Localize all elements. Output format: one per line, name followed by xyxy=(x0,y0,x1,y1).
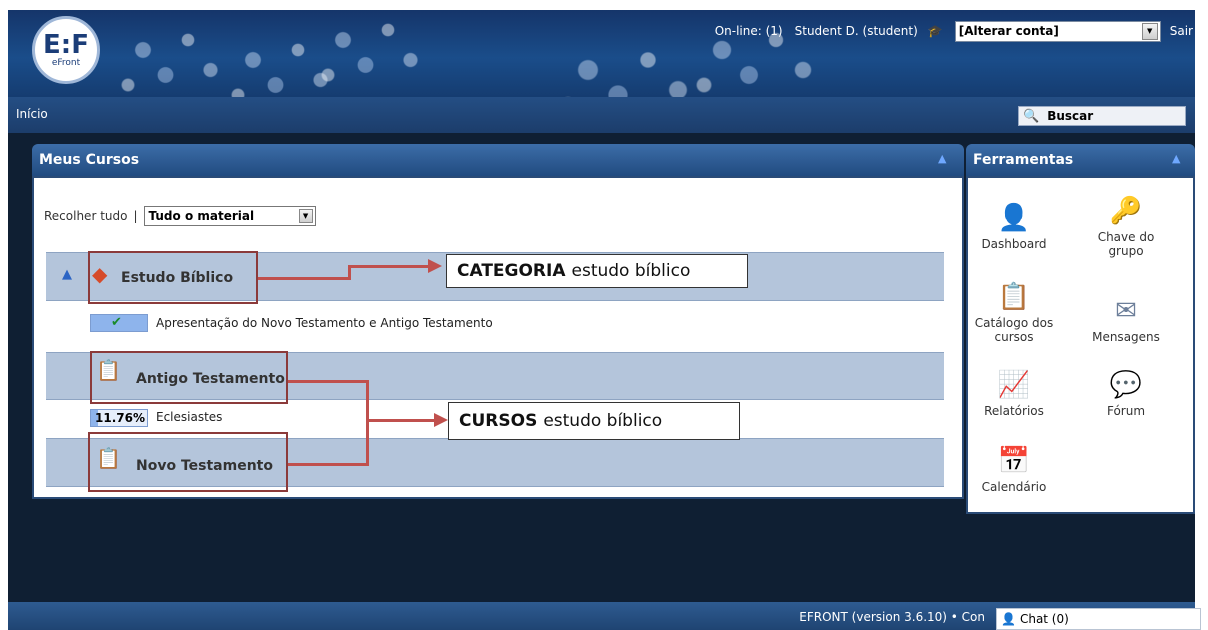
dropdown-arrow-icon[interactable]: ▼ xyxy=(298,209,313,223)
tool-label: Chave do grupo xyxy=(1097,230,1155,258)
course-filter-bar: Recolher tudo | Tudo o material ▼ xyxy=(44,206,316,226)
tool-label: Mensagens xyxy=(1092,330,1160,344)
arrowhead-icon xyxy=(434,413,448,427)
annotation-text: estudo bíblico xyxy=(571,261,691,281)
annotation-bold: CATEGORIA xyxy=(457,261,566,281)
tool-label: Relatórios xyxy=(984,404,1044,418)
tool-label: Calendário xyxy=(981,480,1047,494)
calendar-icon: 📅 xyxy=(997,446,1031,476)
user-icon: 👤 xyxy=(997,203,1031,233)
annotation-bold: CURSOS xyxy=(459,411,538,431)
banner-pattern xyxy=(298,10,448,97)
collapse-panel-icon[interactable]: ▲ xyxy=(938,152,946,165)
collapse-category-icon[interactable]: ▲ xyxy=(62,267,72,282)
highlight-box xyxy=(88,251,258,304)
category-annotation: CATEGORIA estudo bíblico xyxy=(446,254,748,288)
tools-panel-body: 👤 Dashboard 🔑 Chave do grupo 📋 Catálogo … xyxy=(966,176,1195,514)
annotation-arrow xyxy=(258,277,350,280)
chalkboard-icon: 📋 xyxy=(997,282,1031,312)
online-users-link[interactable]: On-line: (1) xyxy=(715,24,783,38)
material-filter-select[interactable]: Tudo o material ▼ xyxy=(143,206,316,226)
annotation-arrow xyxy=(288,463,368,466)
reports-tool[interactable]: 📈 Relatórios xyxy=(968,370,1060,418)
key-icon: 🔑 xyxy=(1109,196,1143,226)
annotation-text: estudo bíblico xyxy=(543,411,663,431)
courses-panel-title: Meus Cursos xyxy=(39,152,140,168)
home-link[interactable]: Início xyxy=(16,107,48,121)
search-box[interactable]: 🔍 Buscar xyxy=(1018,106,1186,126)
courses-panel-header: Meus Cursos ▲ xyxy=(32,144,964,176)
course-catalog-tool[interactable]: 📋 Catálogo dos cursos xyxy=(968,282,1060,344)
dashboard-tool[interactable]: 👤 Dashboard xyxy=(968,203,1060,251)
course-progress-bar: 11.76% xyxy=(90,409,148,427)
search-label: Buscar xyxy=(1047,109,1094,123)
highlight-box xyxy=(88,432,288,492)
tool-label: Dashboard xyxy=(981,237,1047,251)
tool-label: Fórum xyxy=(1106,404,1146,418)
efront-logo[interactable]: E:F eFront xyxy=(32,16,100,84)
navigation-bar: Início 🔍 Buscar xyxy=(8,97,1195,133)
collapse-all-link[interactable]: Recolher tudo xyxy=(44,209,127,223)
check-icon: ✔ xyxy=(111,315,122,330)
switch-account-value: [Alterar conta] xyxy=(958,24,1059,38)
current-user-link[interactable]: Student D. (student) xyxy=(795,24,918,38)
envelope-icon: ✉ xyxy=(1115,296,1137,326)
annotation-arrow xyxy=(288,380,368,383)
user-topbar: On-line: (1) Student D. (student) 🎓 [Alt… xyxy=(715,20,1195,42)
tool-label: Catálogo dos cursos xyxy=(974,316,1054,344)
material-filter-value: Tudo o material xyxy=(148,209,255,223)
logout-link[interactable]: Sair xyxy=(1170,24,1193,38)
messages-tool[interactable]: ✉ Mensagens xyxy=(1080,296,1172,344)
chat-label: Chat (0) xyxy=(1019,612,1069,626)
dropdown-arrow-icon[interactable]: ▼ xyxy=(1141,22,1158,40)
footer-version: EFRONT (version 3.6.10) • Con xyxy=(799,610,985,624)
collapse-panel-icon[interactable]: ▲ xyxy=(1172,152,1180,165)
separator: | xyxy=(133,209,138,223)
courses-panel-body: Recolher tudo | Tudo o material ▼ ▲ ◆ Es… xyxy=(32,176,964,499)
arrowhead-icon xyxy=(428,259,442,273)
chat-widget[interactable]: 👤 Chat (0) xyxy=(996,608,1201,630)
course-name[interactable]: Apresentação do Novo Testamento e Antigo… xyxy=(156,316,493,330)
course-name[interactable]: Eclesiastes xyxy=(156,410,222,424)
tools-panel-title: Ferramentas xyxy=(973,152,1074,168)
chat-user-icon: 👤 xyxy=(1001,612,1016,626)
chat-bubbles-icon: 💬 xyxy=(1109,370,1143,400)
logo-text: eFront xyxy=(51,58,81,68)
annotation-arrow xyxy=(366,380,369,466)
course-progress-bar: ✔ xyxy=(90,314,148,332)
highlight-box xyxy=(90,351,288,404)
switch-account-select[interactable]: [Alterar conta] ▼ xyxy=(954,20,1161,42)
course-progress-label: 11.76% xyxy=(95,411,145,425)
logo-mark: E:F xyxy=(43,30,89,60)
courses-annotation: CURSOS estudo bíblico xyxy=(448,402,740,440)
group-key-tool[interactable]: 🔑 Chave do grupo xyxy=(1080,196,1172,258)
calendar-tool[interactable]: 📅 Calendário xyxy=(968,446,1060,494)
chart-icon: 📈 xyxy=(997,370,1031,400)
header-banner: E:F eFront On-line: (1) Student D. (stud… xyxy=(8,10,1195,97)
tools-panel-header: Ferramentas ▲ xyxy=(966,144,1195,176)
graduation-cap-icon: 🎓 xyxy=(927,24,943,38)
annotation-arrow xyxy=(366,419,436,422)
efront-window: E:F eFront On-line: (1) Student D. (stud… xyxy=(8,10,1195,630)
search-icon: 🔍 xyxy=(1023,108,1040,124)
annotation-arrow xyxy=(348,265,428,268)
forum-tool[interactable]: 💬 Fórum xyxy=(1080,370,1172,418)
